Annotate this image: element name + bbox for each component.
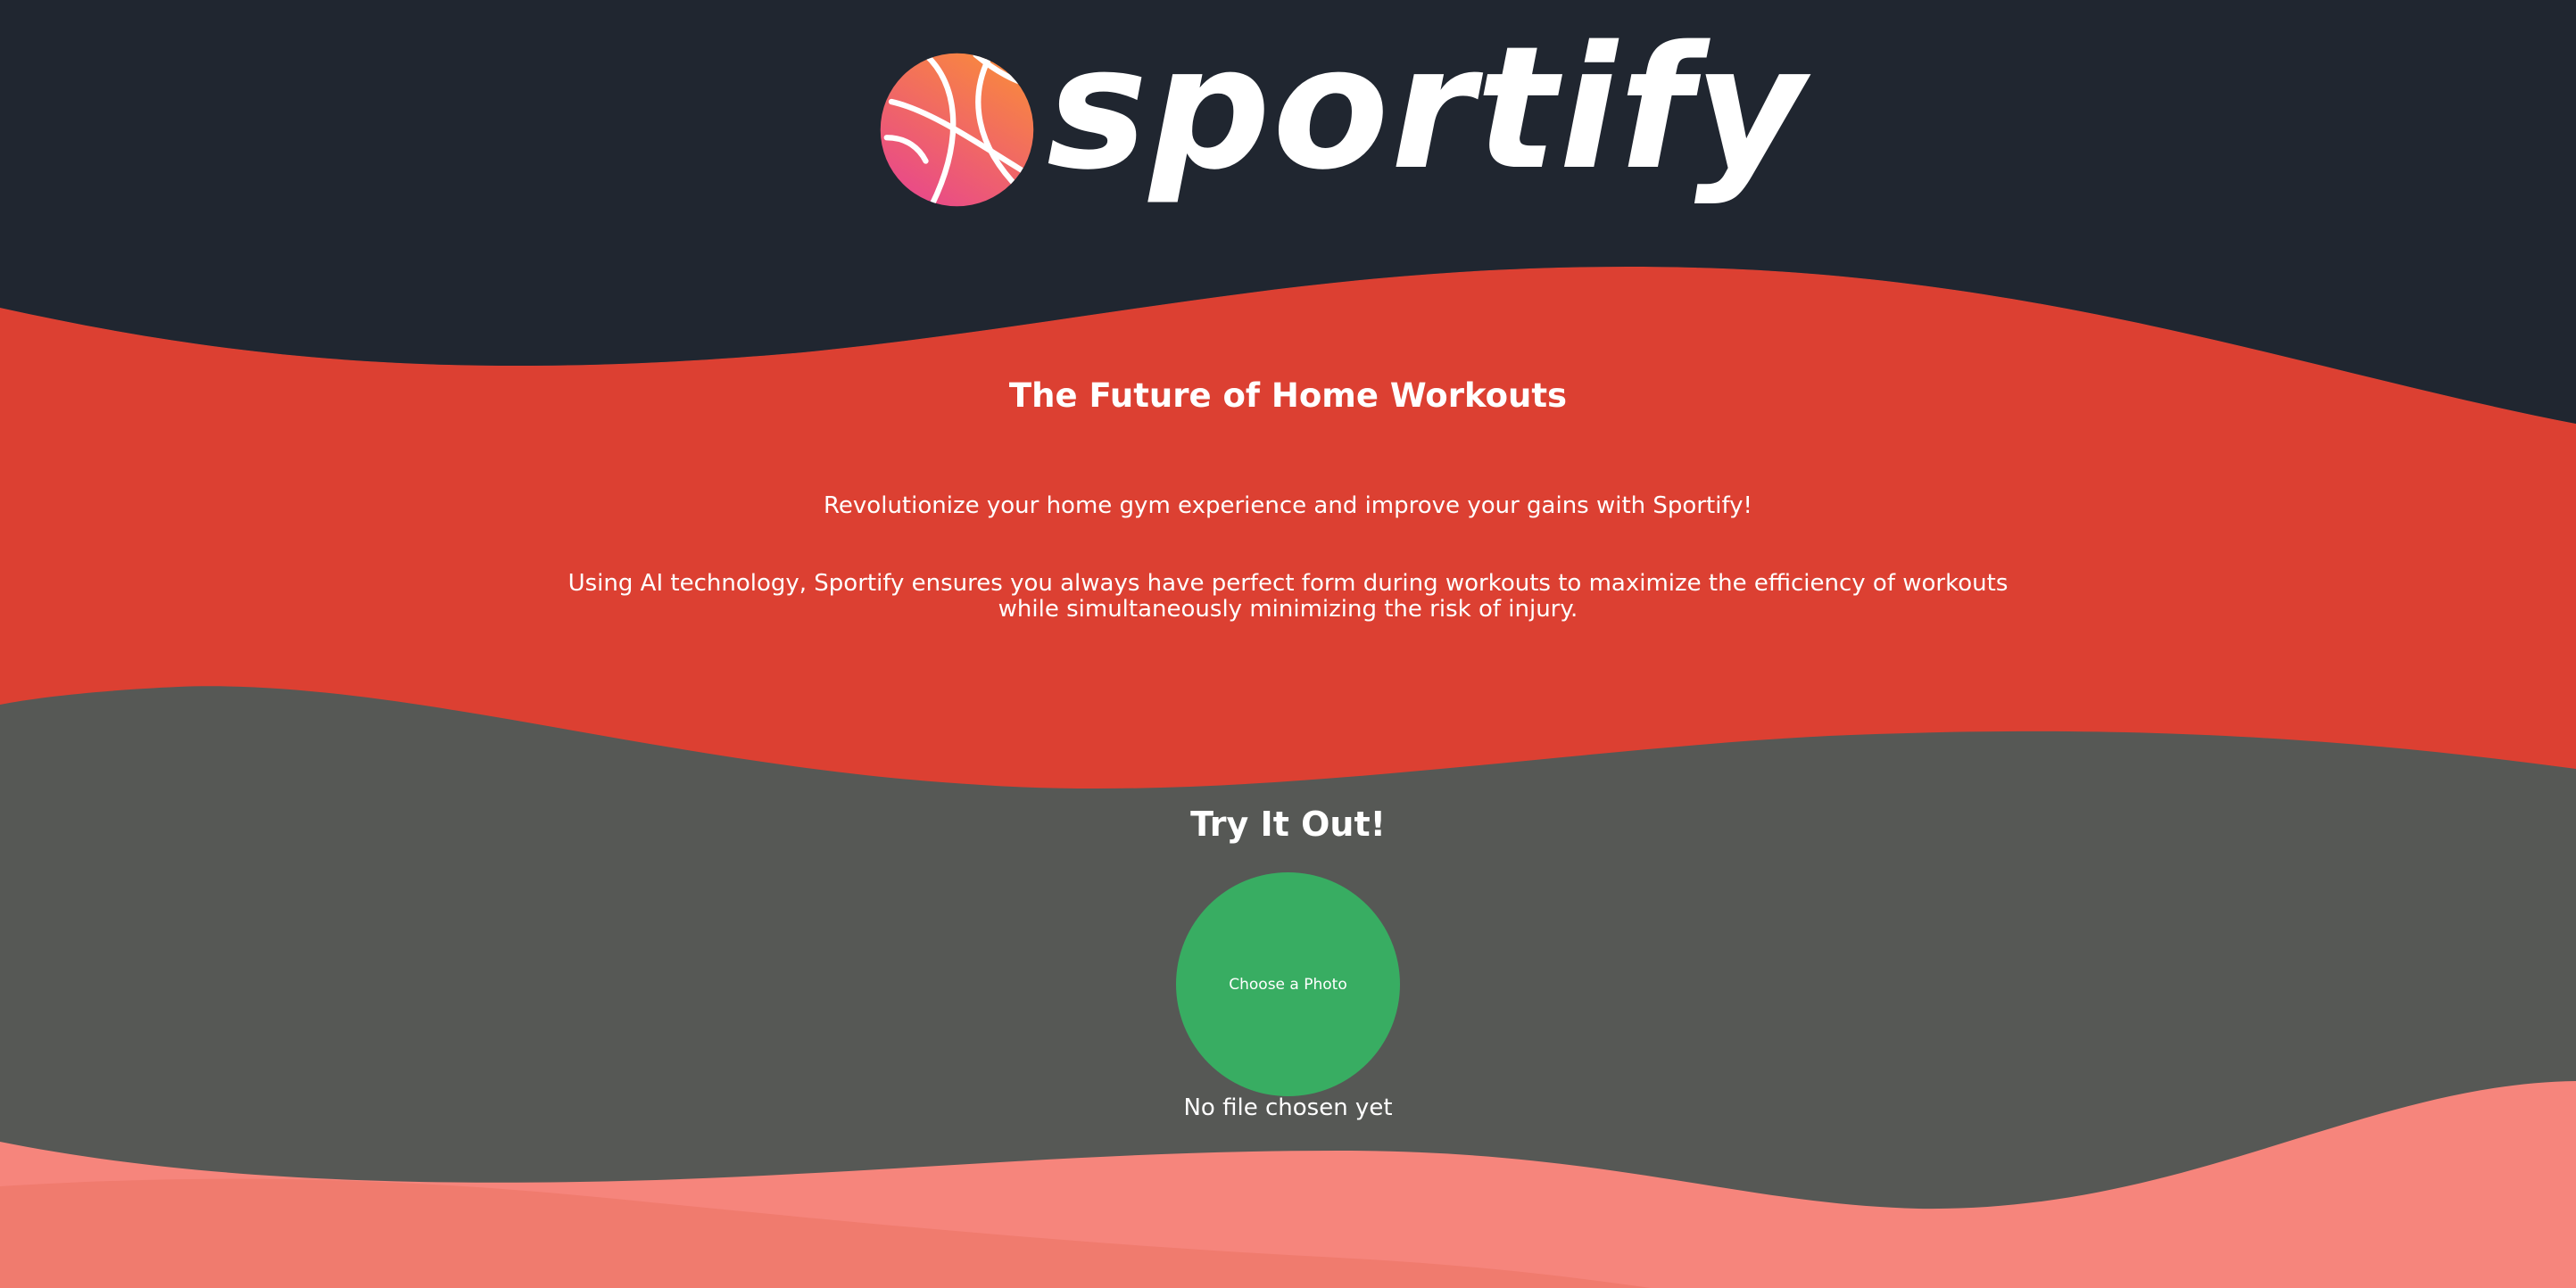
choose-photo-label: Choose a Photo: [1229, 975, 1347, 994]
hero-title: The Future of Home Workouts: [1008, 376, 1568, 415]
try-it-title: Try It Out!: [1190, 805, 1386, 844]
sportify-logo: sportify: [879, 24, 1805, 219]
file-status-text: No file chosen yet: [1183, 1094, 1393, 1121]
hero-description: Using AI technology, Sportify ensures yo…: [567, 570, 2009, 623]
choose-photo-button[interactable]: Choose a Photo: [1176, 872, 1400, 1096]
hero-tagline: Revolutionize your home gym experience a…: [824, 492, 1752, 519]
landing-page: sportify The Future of Home Workouts Rev…: [0, 0, 2576, 1288]
brand-name: sportify: [1047, 10, 1807, 207]
basketball-icon: [880, 53, 1034, 207]
